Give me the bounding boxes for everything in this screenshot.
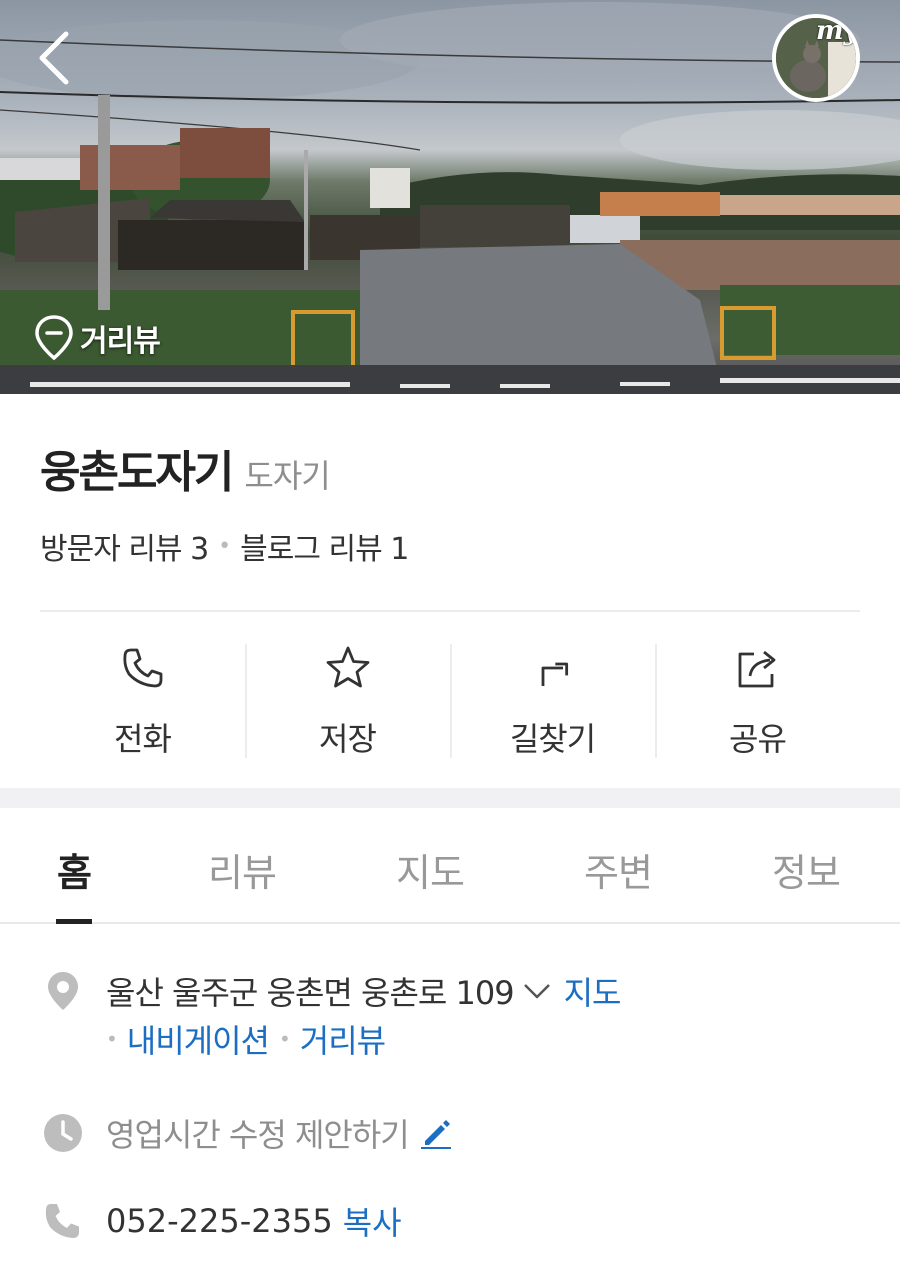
streetview-label: 거리뷰 [80,324,161,359]
streetview-button[interactable]: 거리뷰 [34,314,161,362]
my-label: my [816,16,859,46]
section-separator [0,788,900,808]
hours-suggest-link[interactable]: 영업시간 수정 제안하기 [106,1110,453,1156]
tab-info[interactable]: 정보 [712,808,900,922]
address-block: 울산 울주군 웅촌면 웅촌로 109 지도 • 내비게이션 • 거리뷰 [106,968,621,1062]
visitor-review-link[interactable]: 방문자 리뷰 3 [40,524,209,568]
directions-label: 길찾기 [509,720,596,758]
share-button[interactable]: 공유 [655,640,860,760]
tab-home[interactable]: 홈 [0,808,148,924]
place-title-row: 웅촌도자기 도자기 [40,436,331,500]
save-button[interactable]: 저장 [245,640,450,760]
place-name: 웅촌도자기 [40,447,234,498]
hours-suggest-text: 영업시간 수정 제안하기 [106,1116,410,1154]
tab-nearby[interactable]: 주변 [524,808,712,922]
streetview-photo[interactable]: my 거리뷰 [0,0,900,394]
location-pin-icon [35,315,73,361]
map-pin-icon [48,972,78,1010]
blog-review-link[interactable]: 블로그 리뷰 1 [240,524,409,568]
address-text: 울산 울주군 웅촌면 웅촌로 109 [106,974,515,1012]
tab-bar: 홈 리뷰 지도 주변 정보 [0,808,900,924]
save-label: 저장 [319,720,377,758]
phone-icon [122,648,162,688]
place-category: 도자기 [244,457,330,495]
phone-icon [45,1204,79,1238]
phone-number[interactable]: 052-225-2355 [106,1202,333,1240]
phone-row: 052-225-2355 복사 [40,1198,402,1244]
back-button[interactable] [30,28,82,88]
tab-map[interactable]: 지도 [336,808,524,922]
call-button[interactable]: 전화 [40,640,245,760]
my-profile-button[interactable]: my [772,14,860,102]
star-icon [326,646,369,688]
divider [40,610,860,612]
review-summary: 방문자 리뷰 3 • 블로그 리뷰 1 [40,524,409,568]
address-row: 울산 울주군 웅촌면 웅촌로 109 지도 • 내비게이션 • 거리뷰 [40,968,621,1062]
call-label: 전화 [114,720,172,758]
share-icon [738,650,775,688]
navigation-link[interactable]: 내비게이션 [127,1016,270,1062]
copy-phone-button[interactable]: 복사 [343,1198,402,1244]
separator-dot: • [218,533,231,559]
pencil-icon [420,1120,451,1149]
hours-row: 영업시간 수정 제안하기 [40,1110,453,1156]
action-bar: 전화 저장 길찾기 공유 [40,640,860,760]
share-label: 공유 [729,720,787,758]
separator-dot: • [106,1027,118,1051]
directions-arrow-icon [541,662,568,686]
chevron-down-icon[interactable] [522,982,552,1000]
clock-icon [44,1114,82,1152]
map-link[interactable]: 지도 [564,968,622,1014]
separator-dot: • [279,1027,291,1051]
chevron-left-icon [39,31,69,85]
streetview-link[interactable]: 거리뷰 [300,1016,386,1062]
tab-reviews[interactable]: 리뷰 [148,808,336,922]
directions-button[interactable]: 길찾기 [450,640,655,760]
